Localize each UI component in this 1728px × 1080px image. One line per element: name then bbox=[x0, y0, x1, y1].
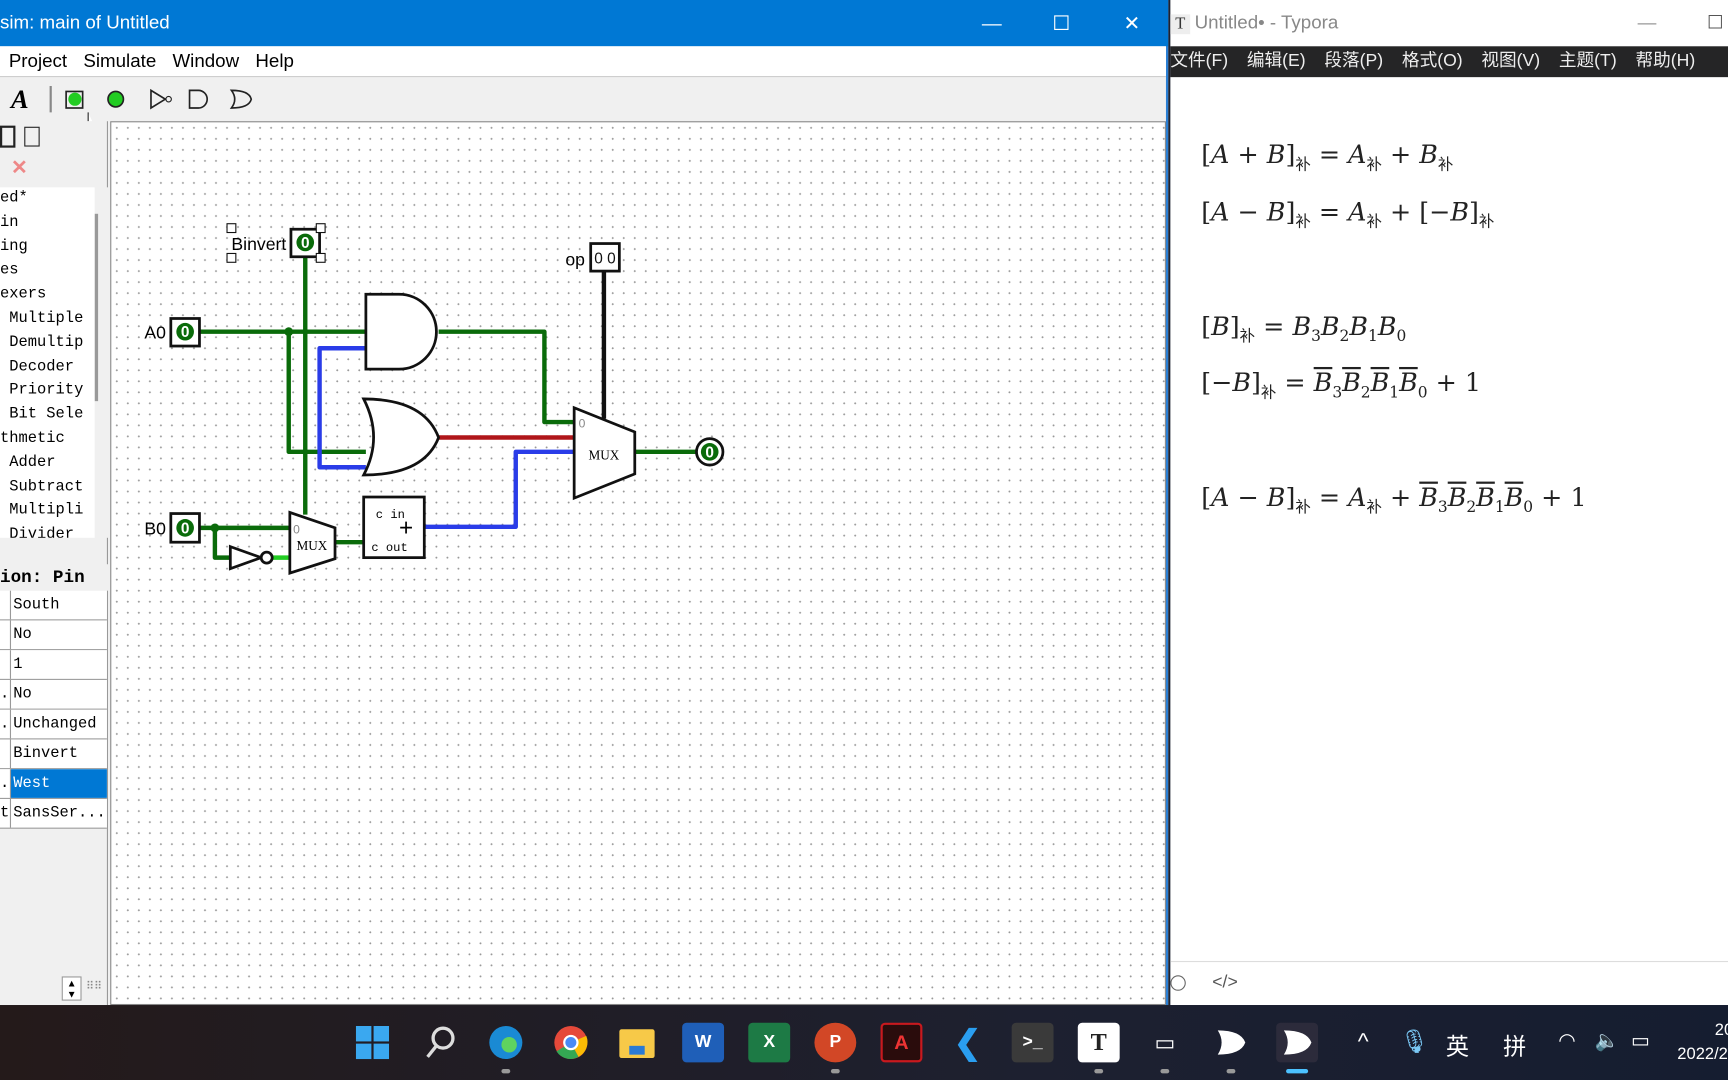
svg-text:0: 0 bbox=[293, 522, 300, 536]
mux-label: MUX bbox=[588, 448, 619, 463]
binvert-value: 0 bbox=[301, 235, 310, 252]
vscode-icon[interactable]: ❮ bbox=[947, 1023, 989, 1063]
clock-time[interactable]: 20 bbox=[1715, 1020, 1728, 1039]
chrome-icon[interactable] bbox=[550, 1023, 592, 1063]
and-gate bbox=[364, 292, 438, 371]
typora-logo-icon: T bbox=[1170, 14, 1191, 35]
taskbar: W X P A ❮ >_ T ▭ ^ 🎙 英 拼 ◠ 🔈 ▭ 20 2022/2 bbox=[0, 1005, 1728, 1080]
typora-menu-bar: 文件(F) 编辑(E) 段落(P) 格式(O) 视图(V) 主题(T) 帮助(H) bbox=[1170, 46, 1728, 78]
a0-value: 0 bbox=[181, 324, 190, 341]
powerpoint-icon[interactable]: P bbox=[814, 1022, 857, 1063]
menu-edit[interactable]: 编辑(E) bbox=[1247, 52, 1306, 71]
wire-adder-sum bbox=[424, 449, 575, 529]
microphone-icon[interactable]: 🎙 bbox=[1400, 1029, 1429, 1055]
menu-format[interactable]: 格式(O) bbox=[1402, 52, 1463, 71]
typora-title-bar: T Untitled• - Typora — ☐ bbox=[1170, 0, 1728, 46]
logisim-taskbar-icon[interactable] bbox=[1210, 1023, 1252, 1063]
camera-icon[interactable]: ▭ bbox=[1144, 1023, 1186, 1063]
logisim-active-taskbar-icon[interactable] bbox=[1276, 1022, 1319, 1063]
tray-overflow-icon[interactable]: ^ bbox=[1358, 1029, 1369, 1055]
typora-minimize-button[interactable]: — bbox=[1638, 0, 1657, 46]
sidebar-toggle-icon[interactable] bbox=[1170, 975, 1186, 991]
source-mode-icon[interactable]: </> bbox=[1212, 973, 1238, 993]
a0-label: A0 bbox=[144, 322, 166, 342]
typora-title: Untitled• - Typora bbox=[1194, 12, 1339, 34]
formula-a-minus-b[interactable]: [A − B]补 = A补 + B3B2B1B0 + 1 bbox=[1201, 484, 1586, 518]
excel-icon[interactable]: X bbox=[748, 1022, 791, 1063]
wire-b-select bbox=[317, 346, 366, 470]
formula-neg-b-complement[interactable]: [−B]补 = B3B2B1B0 + 1 bbox=[1201, 369, 1481, 403]
not-gate bbox=[228, 544, 266, 571]
or-gate bbox=[361, 397, 441, 477]
wifi-icon[interactable]: ◠ bbox=[1558, 1029, 1575, 1052]
file-explorer-icon[interactable] bbox=[616, 1023, 658, 1063]
start-icon[interactable] bbox=[352, 1023, 394, 1063]
circuit-diagram: 0 0 0 0 0 0 A0 B0 Binvert op MUX MUX 0 0… bbox=[144, 223, 725, 575]
typora-taskbar-icon[interactable]: T bbox=[1077, 1022, 1120, 1063]
menu-file[interactable]: 文件(F) bbox=[1170, 52, 1228, 71]
svg-text:0: 0 bbox=[579, 417, 586, 431]
clock-date[interactable]: 2022/2 bbox=[1677, 1045, 1728, 1064]
b0-label: B0 bbox=[144, 518, 166, 538]
ime-language[interactable]: 英 bbox=[1446, 1029, 1469, 1062]
battery-icon[interactable]: ▭ bbox=[1631, 1029, 1650, 1052]
op-value: 0 0 bbox=[594, 250, 615, 267]
acrobat-icon[interactable]: A bbox=[880, 1022, 923, 1063]
typora-maximize-button[interactable]: ☐ bbox=[1707, 0, 1724, 46]
b0-value: 0 bbox=[181, 520, 190, 537]
menu-help[interactable]: 帮助(H) bbox=[1635, 52, 1695, 71]
search-icon[interactable] bbox=[419, 1023, 461, 1063]
not-bubble bbox=[259, 550, 274, 565]
wire-and-out bbox=[438, 329, 575, 425]
volume-icon[interactable]: 🔈 bbox=[1595, 1029, 1620, 1052]
terminal-icon[interactable]: >_ bbox=[1011, 1022, 1054, 1063]
binvert-label: Binvert bbox=[231, 234, 286, 254]
word-icon[interactable]: W bbox=[682, 1022, 725, 1063]
typora-window: T Untitled• - Typora — ☐ 文件(F) 编辑(E) 段落(P) 格… bbox=[1170, 0, 1728, 1006]
edge-icon[interactable] bbox=[485, 1023, 527, 1063]
menu-view[interactable]: 视图(V) bbox=[1481, 52, 1540, 71]
out-value: 0 bbox=[705, 444, 714, 461]
mux-small-label: MUX bbox=[296, 538, 327, 553]
ime-mode[interactable]: 拼 bbox=[1503, 1029, 1526, 1062]
logisim-window: sim: main of Untitled — ☐ ✕ Project Simu… bbox=[0, 0, 1169, 1006]
typora-status-bar: </> bbox=[1170, 960, 1728, 1005]
formula-add[interactable]: [A + B]补 = A补 + B补 bbox=[1201, 141, 1453, 175]
formula-sub[interactable]: [A − B]补 = A补 + [−B]补 bbox=[1201, 198, 1494, 232]
op-label: op bbox=[565, 250, 585, 270]
svg-text:+: + bbox=[399, 515, 413, 542]
svg-text:c out: c out bbox=[371, 541, 407, 555]
menu-theme[interactable]: 主题(T) bbox=[1559, 52, 1617, 71]
menu-paragraph[interactable]: 段落(P) bbox=[1324, 52, 1383, 71]
formula-b-complement[interactable]: [B]补 = B3B2B1B0 bbox=[1201, 313, 1406, 347]
